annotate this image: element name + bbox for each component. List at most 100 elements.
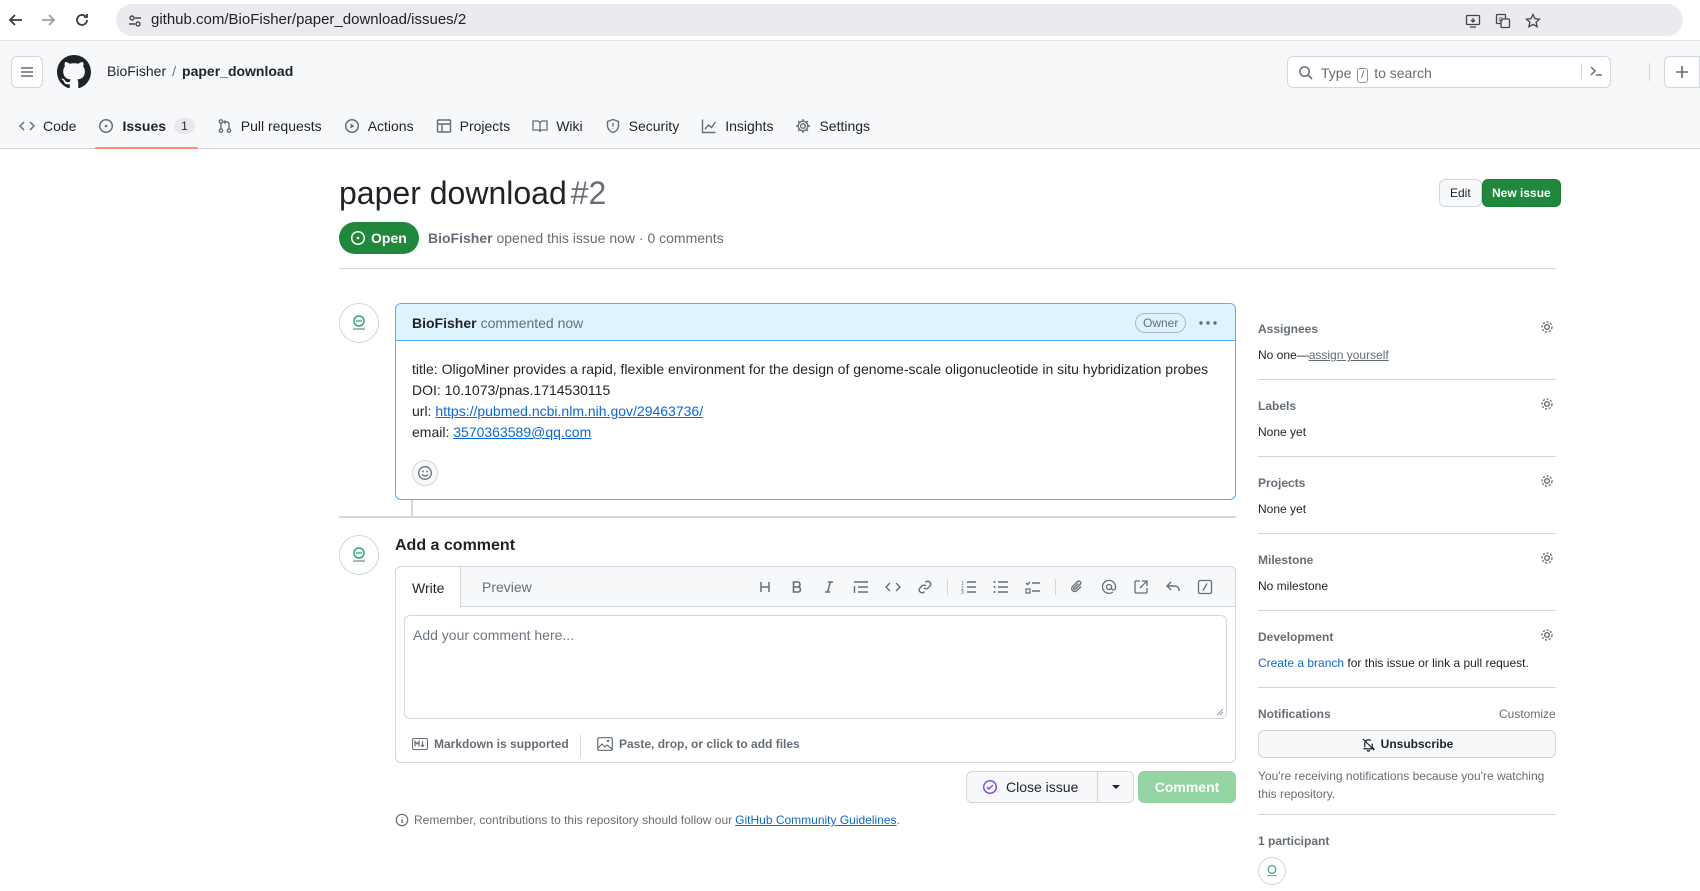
mention-icon[interactable] [1099, 577, 1119, 597]
tab-settings[interactable]: Settings [784, 104, 881, 148]
milestone-gear-icon[interactable] [1539, 550, 1555, 566]
edit-button[interactable]: Edit [1439, 179, 1482, 207]
close-issue-button[interactable]: Close issue [967, 772, 1098, 802]
markdown-supported-link[interactable]: Markdown is supported [412, 737, 569, 751]
notifications-title: Notifications [1258, 707, 1331, 721]
sidebar-participants: 1 participant [1258, 834, 1556, 886]
unordered-list-icon[interactable] [991, 577, 1011, 597]
close-options-dropdown[interactable] [1098, 772, 1133, 802]
plus-icon [1676, 66, 1688, 78]
add-reaction-button[interactable] [412, 460, 438, 486]
issue-closed-icon [982, 779, 998, 795]
tab-security-label: Security [628, 118, 680, 134]
avatar[interactable] [339, 303, 379, 343]
status-badge: Open [339, 222, 419, 254]
tab-wiki[interactable]: Wiki [521, 104, 593, 148]
community-guidelines-link[interactable]: GitHub Community Guidelines [735, 813, 896, 827]
ordered-list-icon[interactable]: 123 [959, 577, 979, 597]
reload-icon[interactable] [70, 8, 94, 32]
tab-preview[interactable]: Preview [466, 567, 548, 607]
issues-counter: 1 [174, 118, 195, 134]
shield-icon [605, 118, 621, 134]
footer-separator [580, 735, 581, 757]
tab-projects[interactable]: Projects [425, 104, 522, 148]
create-new-button[interactable] [1664, 56, 1700, 88]
sidebar-divider [1258, 533, 1556, 534]
labels-gear-icon[interactable] [1539, 396, 1555, 412]
tab-code[interactable]: Code [8, 104, 87, 148]
address-bar[interactable]: github.com/BioFisher/paper_download/issu… [116, 4, 1683, 36]
tab-write[interactable]: Write [396, 567, 462, 608]
toolbar-separator [947, 579, 948, 595]
tab-actions[interactable]: Actions [333, 104, 425, 148]
menu-button[interactable] [11, 56, 43, 88]
sidebar-projects: Projects None yet [1258, 473, 1556, 516]
tab-security[interactable]: Security [594, 104, 691, 148]
forward-icon[interactable] [36, 8, 60, 32]
issue-author[interactable]: BioFisher [428, 230, 493, 246]
search-prefix: Type [1321, 65, 1352, 81]
customize-link[interactable]: Customize [1499, 707, 1556, 721]
status-label: Open [371, 230, 407, 246]
url-text[interactable]: github.com/BioFisher/paper_download/issu… [151, 11, 466, 28]
projects-gear-icon[interactable] [1539, 473, 1555, 489]
cross-reference-icon[interactable] [1131, 577, 1151, 597]
participant-avatar[interactable] [1258, 857, 1286, 885]
smiley-icon [418, 466, 432, 480]
unsubscribe-label: Unsubscribe [1380, 737, 1454, 751]
timeline-divider [339, 516, 1236, 518]
reminder-text: Remember, contributions to this reposito… [414, 813, 733, 827]
avatar[interactable] [339, 535, 379, 575]
comment-time[interactable]: commented now [481, 315, 584, 331]
task-list-icon[interactable] [1023, 577, 1043, 597]
heading-icon[interactable] [755, 577, 775, 597]
comment-author[interactable]: BioFisher [412, 315, 477, 331]
development-gear-icon[interactable] [1539, 627, 1555, 643]
tab-issues[interactable]: Issues 1 [87, 104, 205, 149]
tab-insights[interactable]: Insights [690, 104, 784, 148]
slash-commands-icon[interactable] [1195, 577, 1215, 597]
back-icon[interactable] [4, 8, 28, 32]
kebab-menu-icon[interactable] [1196, 313, 1220, 333]
code-icon[interactable] [883, 577, 903, 597]
reply-icon[interactable] [1163, 577, 1183, 597]
tab-pull-requests[interactable]: Pull requests [206, 104, 333, 148]
link-icon[interactable] [915, 577, 935, 597]
sidebar-assignees: Assignees No one—assign yourself [1258, 319, 1556, 362]
email-link[interactable]: 3570363589@qq.com [453, 424, 591, 440]
browser-toolbar: github.com/BioFisher/paper_download/issu… [0, 0, 1700, 41]
bookmark-star-icon[interactable] [1524, 12, 1542, 30]
new-issue-button[interactable]: New issue [1482, 179, 1561, 207]
quote-icon[interactable] [851, 577, 871, 597]
breadcrumb-repo[interactable]: paper_download [182, 63, 293, 79]
comment-line-doi: DOI: 10.1073/pnas.1714530115 [412, 382, 611, 398]
timeline-line [411, 500, 413, 516]
comment-line-email: email: 3570363589@qq.com [412, 422, 1208, 443]
paperclip-icon[interactable] [1067, 577, 1087, 597]
comment-submit-button[interactable]: Comment [1138, 771, 1236, 803]
attach-files-button[interactable]: Paste, drop, or click to add files [597, 737, 800, 751]
resize-handle-icon [1216, 708, 1224, 716]
search-shortcut-key: / [1357, 68, 1369, 83]
graph-icon [701, 118, 717, 134]
translate-icon[interactable]: G [1494, 12, 1512, 30]
issue-comment: BioFisher commented now Owner title: Olig… [395, 303, 1236, 500]
reminder-suffix: . [896, 813, 900, 827]
github-logo-icon[interactable] [57, 55, 91, 89]
pubmed-link[interactable]: https://pubmed.ncbi.nlm.nih.gov/29463736… [435, 403, 703, 419]
comment-textarea[interactable]: Add your comment here... [404, 615, 1227, 719]
search-suffix: to search [1374, 65, 1432, 81]
assign-yourself-link[interactable]: assign yourself [1309, 348, 1389, 362]
sidebar-development: Development Create a branch for this iss… [1258, 627, 1556, 670]
unsubscribe-button[interactable]: Unsubscribe [1258, 730, 1556, 758]
italic-icon[interactable] [819, 577, 839, 597]
assignees-gear-icon[interactable] [1539, 319, 1555, 335]
create-branch-link[interactable]: Create a branch [1258, 656, 1344, 670]
site-info-icon[interactable] [126, 12, 144, 30]
command-palette-icon[interactable] [1581, 63, 1604, 79]
bold-icon[interactable] [787, 577, 807, 597]
tab-code-label: Code [43, 118, 77, 134]
breadcrumb-owner[interactable]: BioFisher [107, 63, 166, 79]
install-app-icon[interactable] [1464, 12, 1482, 30]
search-input[interactable]: Type / to search [1287, 56, 1611, 88]
